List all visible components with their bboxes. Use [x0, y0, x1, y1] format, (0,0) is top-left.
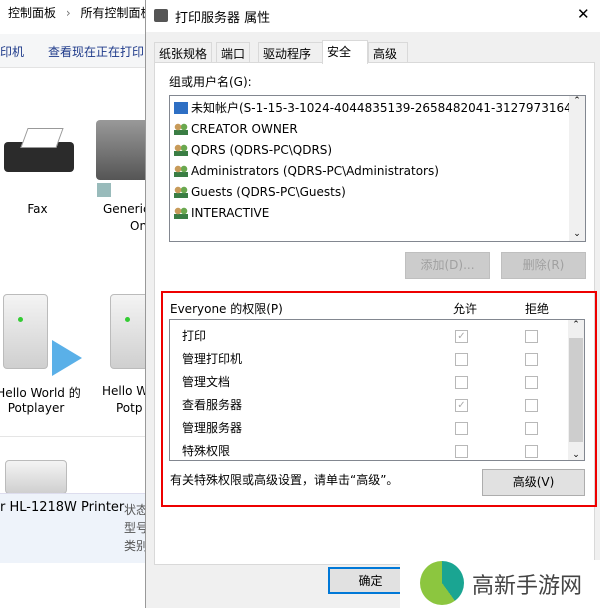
printer-icon[interactable] — [5, 460, 67, 494]
explorer-toolbar: 印机 查看现在正在打印 — [0, 34, 150, 68]
close-button[interactable]: ✕ — [577, 5, 590, 23]
fax-icon[interactable] — [0, 122, 78, 182]
unknown-account-icon — [174, 102, 188, 114]
remove-button[interactable]: 删除(R) — [501, 252, 586, 279]
divider — [0, 436, 150, 437]
list-item[interactable]: Administrators (QDRS-PC\Administrators) — [174, 161, 439, 182]
user-name: Administrators (QDRS-PC\Administrators) — [191, 164, 439, 178]
scroll-down-icon[interactable]: ⌄ — [569, 229, 585, 239]
users-icon — [174, 165, 188, 177]
group-label: 组或用户名(G): — [169, 75, 252, 89]
user-name: Guests (QDRS-PC\Guests) — [191, 185, 346, 199]
users-icon — [174, 207, 188, 219]
shared-users-icon — [96, 182, 112, 198]
media-server-icon[interactable] — [3, 294, 48, 369]
breadcrumb-separator: › — [65, 6, 71, 20]
list-item[interactable]: QDRS (QDRS-PC\QDRS) — [174, 140, 332, 161]
printer-icon — [154, 9, 168, 22]
user-name: QDRS (QDRS-PC\QDRS) — [191, 143, 333, 157]
tab-drivers[interactable]: 驱动程序 — [258, 42, 323, 63]
tab-paper[interactable]: 纸张规格 — [154, 42, 213, 63]
scrollbar[interactable]: ⌃ ⌄ — [569, 96, 585, 241]
printer-icon[interactable] — [96, 120, 150, 180]
list-item[interactable]: 未知帐户(S-1-15-3-1024-4044835139-2658482041… — [174, 98, 583, 119]
site-logo: 高新手游网 — [400, 560, 600, 608]
device-label[interactable]: Potplayer — [0, 401, 72, 415]
device-label[interactable]: Hello World 的 — [0, 384, 81, 401]
users-icon — [174, 123, 188, 135]
dialog-title: 打印服务器 属性 — [175, 11, 271, 26]
selected-device-name: r HL-1218W Printer — [0, 500, 125, 515]
tab-advanced[interactable]: 高级 — [368, 42, 408, 63]
device-label[interactable]: Generic — [103, 202, 150, 216]
tab-ports[interactable]: 端口 — [216, 42, 251, 63]
user-name: INTERACTIVE — [191, 206, 270, 220]
breadcrumb-control-panel[interactable]: 控制面板 — [8, 6, 56, 20]
list-item[interactable]: INTERACTIVE — [174, 203, 269, 224]
add-button[interactable]: 添加(D)... — [405, 252, 490, 279]
scroll-up-icon[interactable]: ⌃ — [569, 96, 585, 106]
user-name: CREATOR OWNER — [191, 122, 298, 136]
toolbar-add-printer[interactable]: 印机 — [0, 43, 24, 60]
play-icon — [52, 340, 82, 376]
logo-text: 高新手游网 — [472, 574, 583, 599]
toolbar-see-printing[interactable]: 查看现在正在打印 — [48, 43, 144, 60]
list-item[interactable]: CREATOR OWNER — [174, 119, 298, 140]
users-icon — [174, 186, 188, 198]
print-server-properties-dialog: 打印服务器 属性 ✕ 纸张规格 端口 驱动程序 安全 高级 组或用户名(G): … — [145, 0, 600, 608]
logo-mark-icon — [420, 561, 464, 605]
users-list[interactable]: 未知帐户(S-1-15-3-1024-4044835139-2658482041… — [169, 95, 586, 242]
device-label[interactable]: Potp — [116, 401, 142, 415]
details-pane: r HL-1218W Printer 状态 型号 类别 — [0, 493, 150, 563]
user-icon — [174, 144, 188, 156]
tab-security[interactable]: 安全 — [322, 40, 368, 64]
explorer-window: 控制面板 › 所有控制面板 印机 查看现在正在打印 Fax Generic On… — [0, 0, 155, 608]
breadcrumb: 控制面板 › 所有控制面板 — [8, 4, 153, 21]
title-bar: 打印服务器 属性 ✕ — [146, 0, 600, 32]
device-label[interactable]: Hello W — [102, 384, 148, 398]
permissions-highlight — [161, 291, 597, 507]
device-label[interactable]: Fax — [0, 202, 75, 216]
user-name: 未知帐户(S-1-15-3-1024-4044835139-2658482041… — [191, 101, 584, 115]
list-item[interactable]: Guests (QDRS-PC\Guests) — [174, 182, 346, 203]
breadcrumb-all-items[interactable]: 所有控制面板 — [80, 6, 152, 20]
